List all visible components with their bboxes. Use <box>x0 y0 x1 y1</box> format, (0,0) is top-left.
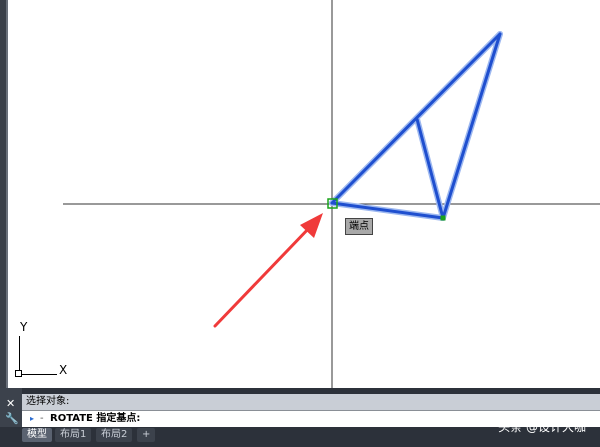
ucs-y-label: Y <box>20 320 28 334</box>
wrench-icon[interactable]: 🔧 <box>5 412 19 425</box>
selected-triangle-highlight <box>329 31 503 221</box>
tab-model[interactable]: 模型 <box>22 428 52 442</box>
endpoint-grip[interactable] <box>440 215 446 221</box>
close-icon[interactable]: ✕ <box>6 397 15 410</box>
command-prompt-icon: ▸ <box>30 414 35 423</box>
ucs-icon: Y X <box>8 312 78 382</box>
tab-add-layout[interactable]: + <box>137 428 156 442</box>
tab-layout2[interactable]: 布局2 <box>96 428 133 442</box>
triangle-edge-bottom <box>330 201 445 220</box>
ucs-x-axis <box>19 374 57 375</box>
triangle-inner-line <box>415 117 445 220</box>
watermark-text: 头条 @设计大咖 <box>498 420 586 434</box>
command-prompt-dash: - <box>40 413 44 424</box>
drawing-svg[interactable] <box>0 0 600 388</box>
tab-layout1[interactable]: 布局1 <box>55 428 92 442</box>
command-history: 选择对象: <box>22 394 600 410</box>
red-arrow-annotation <box>213 213 323 328</box>
ucs-origin-box <box>15 370 22 377</box>
ucs-x-label: X <box>59 363 68 377</box>
command-panel-sidebar: ✕ 🔧 <box>0 388 22 428</box>
osnap-tooltip: 端点 <box>345 218 373 235</box>
ucs-y-axis <box>19 336 20 374</box>
command-prompt-text: ROTATE 指定基点: <box>50 413 141 424</box>
